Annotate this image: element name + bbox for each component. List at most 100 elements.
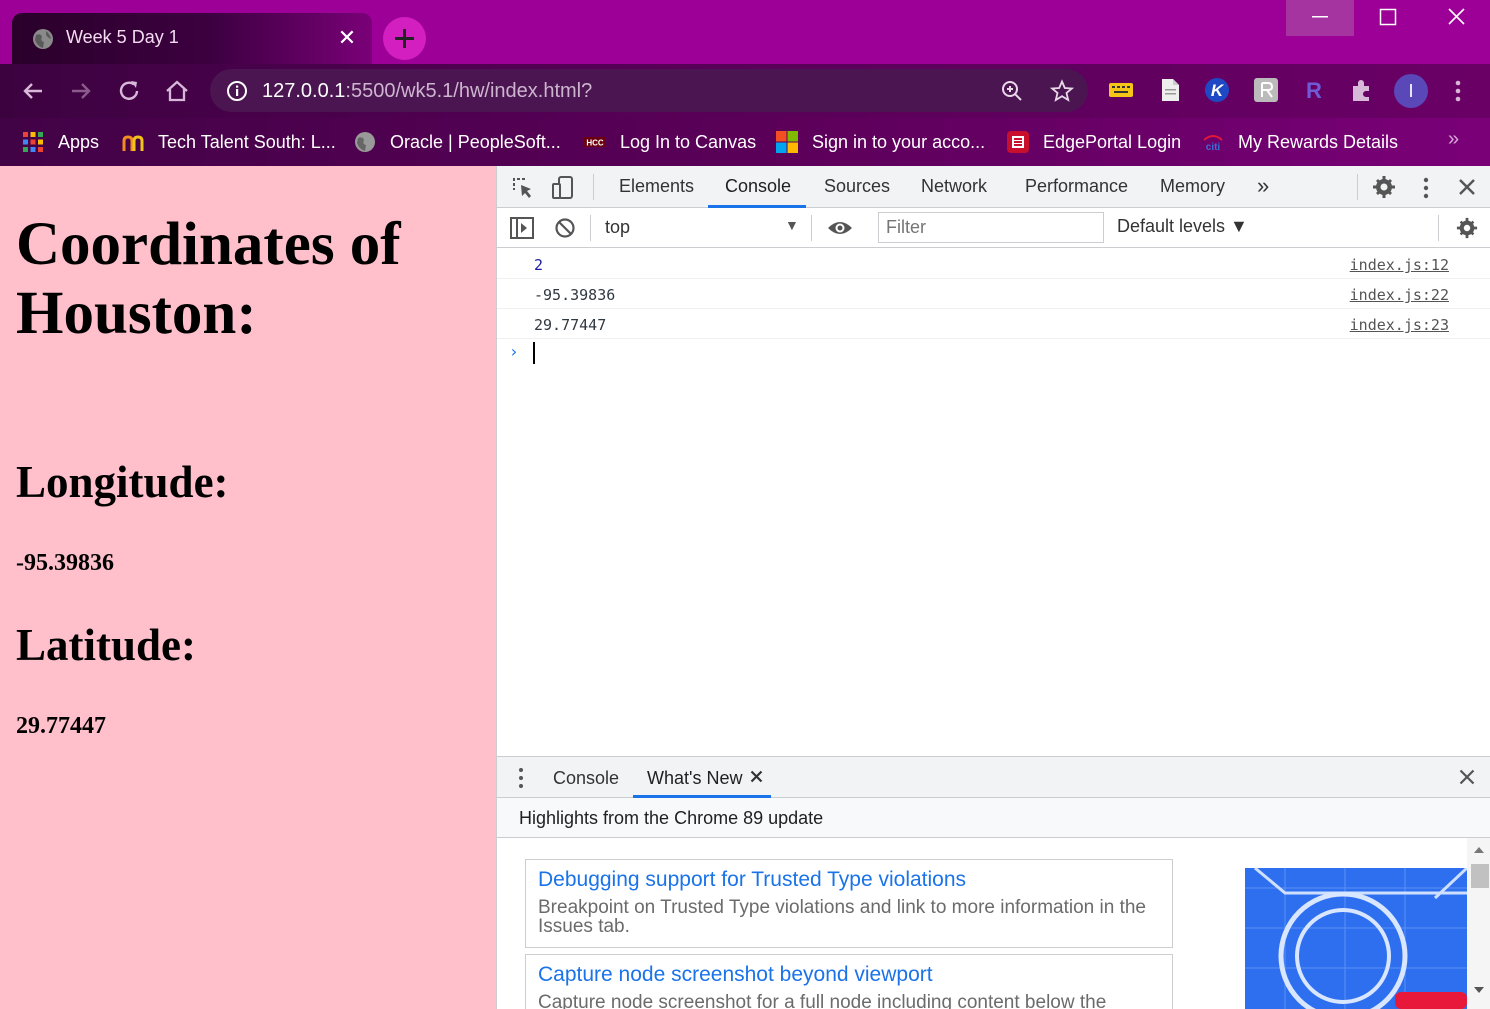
keyboard-extension-icon[interactable] [1108,77,1134,103]
citi-icon: citi [1203,135,1223,153]
eye-icon[interactable] [827,218,853,238]
separator [593,174,594,200]
bookmark-apps[interactable]: Apps [22,128,99,156]
close-tab-icon[interactable] [750,770,763,783]
page-viewport: Coordinates of Houston: Longitude: -95.3… [0,166,496,1009]
whats-new-card[interactable]: Debugging support for Trusted Type viola… [525,859,1173,948]
bookmark-microsoft-signin[interactable]: Sign in to your acco... [776,128,985,156]
separator [811,215,812,241]
clear-console-icon[interactable] [554,217,576,239]
bookmark-label: Oracle | PeopleSoft... [390,131,561,152]
zoom-icon[interactable] [1000,79,1024,103]
tab-elements[interactable]: Elements [619,176,694,197]
puzzle-extensions-icon[interactable] [1349,77,1375,103]
star-icon[interactable] [1050,79,1074,103]
forward-arrow-icon[interactable] [66,76,96,106]
bookmarks-overflow-button[interactable]: » [1448,128,1459,151]
document-extension-icon[interactable] [1157,77,1183,103]
drawer-tab-console[interactable]: Console [553,768,619,789]
bookmark-label: Apps [58,131,100,152]
svg-text:R: R [1306,78,1322,103]
bookmark-label: Log In to Canvas [620,131,757,152]
bookmark-tech-talent-south[interactable]: Tech Talent South: L... [122,128,336,156]
svg-text:citi: citi [1206,142,1221,153]
close-drawer-icon[interactable] [1459,769,1475,785]
tech-talent-south-icon [122,135,144,151]
k-extension-icon[interactable]: K [1204,77,1230,103]
url-text[interactable]: 127.0.0.1:5500/wk5.1/hw/index.html? [262,80,592,103]
source-link[interactable]: index.js:23 [1350,316,1449,334]
devtools-menu-icon[interactable] [1417,176,1435,200]
reload-icon[interactable] [114,76,144,106]
svg-text:K: K [1211,81,1225,100]
devtools-promo-illustration-icon [1245,868,1467,1009]
bookmark-label: My Rewards Details [1238,131,1399,152]
source-link[interactable]: index.js:22 [1350,286,1449,304]
scroll-down-icon[interactable] [1473,986,1485,994]
separator [590,215,591,241]
scroll-up-icon[interactable] [1473,846,1485,854]
console-message-text: -95.39836 [534,286,616,304]
drawer-tab-whats-new[interactable]: What's New [647,768,742,789]
microsoft-icon [776,131,798,153]
drawer-menu-icon[interactable] [514,767,528,789]
maximize-icon [1379,8,1397,26]
console-filter-input[interactable] [878,212,1104,243]
maximize-button[interactable] [1354,0,1422,36]
bookmark-citi-rewards[interactable]: citi My Rewards Details [1202,128,1398,156]
console-input[interactable] [533,342,535,364]
plus-icon [395,29,414,48]
card-title-link[interactable]: Debugging support for Trusted Type viola… [538,868,966,892]
apps-grid-icon [23,132,43,152]
info-icon[interactable] [226,80,248,102]
device-toolbar-icon[interactable] [551,175,575,201]
bookmark-label: Sign in to your acco... [812,131,986,152]
latitude-value: 29.77447 [16,713,106,739]
tab-close-icon[interactable]: ✕ [334,25,360,51]
tab-sources[interactable]: Sources [824,176,890,197]
console-toolbar: top ▼ Default levels ▼ [497,208,1490,248]
inspect-element-icon[interactable] [511,176,535,200]
tab-memory[interactable]: Memory [1160,176,1225,197]
address-bar[interactable]: 127.0.0.1:5500/wk5.1/hw/index.html? [210,69,1088,112]
tab-performance[interactable]: Performance [1025,176,1128,197]
new-tab-button[interactable] [383,17,426,60]
bookmark-canvas[interactable]: HCC Log In to Canvas [584,128,756,156]
context-selector[interactable]: top [605,217,630,238]
console-message-text: 29.77447 [534,316,607,334]
card-description: Breakpoint on Trusted Type violations an… [538,897,1146,937]
devtools-panel: Elements Console Sources Network Perform… [496,166,1490,1009]
bookmark-oracle-peoplesoft[interactable]: Oracle | PeopleSoft... [354,128,561,156]
browser-menu-icon[interactable] [1448,78,1468,104]
profile-avatar[interactable]: I [1394,74,1428,108]
scrollbar-thumb[interactable] [1471,864,1489,888]
svg-text:HCC: HCC [586,139,604,148]
bookmark-edgeportal[interactable]: EdgePortal Login [1007,128,1181,156]
minimize-button[interactable] [1286,0,1354,36]
latitude-heading: Latitude: [16,620,196,670]
source-link[interactable]: index.js:12 [1350,256,1449,274]
settings-gear-icon[interactable] [1372,175,1396,199]
close-devtools-icon[interactable] [1458,178,1476,196]
card-title-link[interactable]: Capture node screenshot beyond viewport [538,963,933,987]
whats-new-card[interactable]: Capture node screenshot beyond viewport … [525,954,1173,1009]
bookmark-label: EdgePortal Login [1043,131,1182,152]
ruler-extension-icon[interactable] [1253,77,1279,103]
console-settings-icon[interactable] [1456,217,1478,239]
console-message: 2 index.js:12 [497,249,1490,279]
home-icon[interactable] [162,76,192,106]
bookmarks-bar: Apps Tech Talent South: L... Oracle | Pe… [0,118,1490,166]
sidebar-toggle-icon[interactable] [510,217,534,239]
window-close-button[interactable] [1422,0,1490,36]
log-levels-dropdown[interactable]: Default levels ▼ [1117,216,1248,237]
more-tabs-button[interactable]: » [1257,173,1269,199]
browser-tab[interactable]: Week 5 Day 1 ✕ [12,13,372,64]
tab-network[interactable]: Network [921,176,987,197]
chevron-down-icon[interactable]: ▼ [785,217,799,233]
card-description: Capture node screenshot for a full node … [538,992,1107,1009]
page-heading: Coordinates of Houston: [16,211,401,347]
tab-console[interactable]: Console [725,176,791,197]
r-extension-icon[interactable]: R [1301,77,1327,103]
back-arrow-icon[interactable] [18,76,48,106]
tab-title: Week 5 Day 1 [66,27,179,47]
